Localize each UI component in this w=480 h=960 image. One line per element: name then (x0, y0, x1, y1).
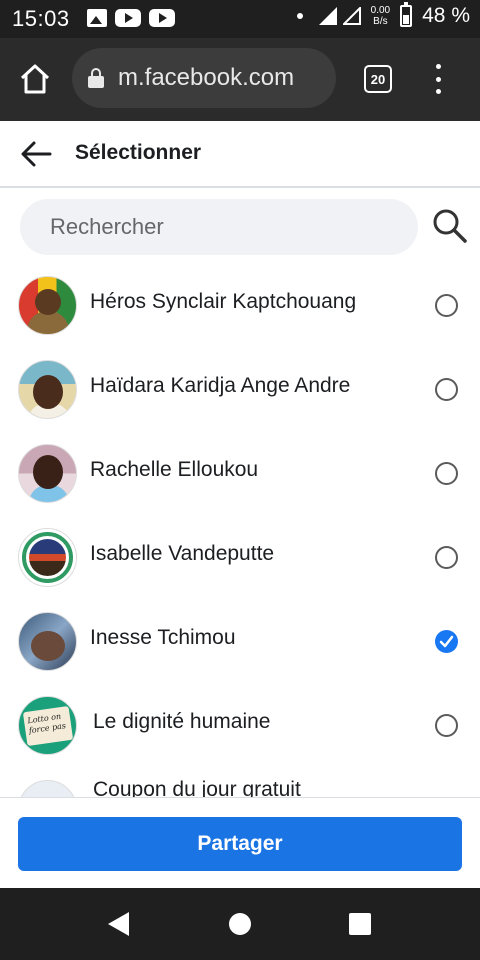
nav-back-icon[interactable] (108, 912, 129, 936)
contact-name: Inesse Tchimou (90, 626, 236, 649)
avatar (18, 612, 77, 671)
back-arrow-icon[interactable] (20, 140, 52, 168)
avatar (18, 360, 77, 419)
contact-name: Coupon du jour gratuit (93, 778, 301, 797)
status-time: 15:03 (12, 6, 70, 31)
status-bar: 15:03 0.00 B/s 48 % (0, 0, 480, 38)
network-speed-unit: B/s (373, 16, 388, 27)
radio-button[interactable] (435, 462, 458, 485)
avatar (18, 276, 77, 335)
contact-name: Héros Synclair Kaptchouang (90, 290, 357, 313)
nav-home-icon[interactable] (229, 913, 251, 935)
radio-button[interactable] (435, 546, 458, 569)
list-item[interactable]: Haïdara Karidja Ange Andre (0, 348, 480, 432)
list-item[interactable]: Rachelle Elloukou (0, 432, 480, 516)
search-icon[interactable] (432, 208, 468, 244)
list-item[interactable]: Lotto on force pas Le dignité humaine (0, 684, 480, 768)
gallery-notification-icon (87, 9, 107, 27)
avatar (18, 528, 77, 587)
nav-recents-icon[interactable] (349, 913, 371, 935)
page-title: Sélectionner (75, 141, 202, 164)
contact-name: Rachelle Elloukou (90, 458, 259, 481)
radio-button[interactable] (435, 378, 458, 401)
youtube-notification-icon (149, 9, 175, 27)
search-field[interactable] (20, 199, 418, 255)
contact-name: Le dignité humaine (93, 710, 271, 733)
signal-empty-icon (342, 7, 361, 25)
list-item[interactable]: Coupon du jour gratuit (0, 768, 480, 797)
radio-button-checked[interactable] (435, 630, 458, 653)
url-text: m.facebook.com (118, 64, 295, 91)
share-footer: Partager (0, 797, 480, 888)
tab-switcher-button[interactable]: 20 (364, 65, 392, 93)
search-input[interactable] (50, 214, 380, 240)
list-item[interactable]: Inesse Tchimou (0, 600, 480, 684)
checkmark-icon (439, 635, 454, 648)
contact-list: Héros Synclair Kaptchouang Haïdara Karid… (0, 264, 480, 797)
notification-dot-icon (296, 13, 303, 19)
signal-icon (318, 7, 337, 25)
notification-icons (87, 9, 175, 27)
avatar: Lotto on force pas (18, 696, 77, 755)
battery-icon (400, 2, 413, 27)
contact-name: Isabelle Vandeputte (90, 542, 275, 565)
share-button[interactable]: Partager (18, 817, 462, 871)
list-item[interactable]: Héros Synclair Kaptchouang (0, 264, 480, 348)
network-speed-value: 0.00 (370, 5, 391, 16)
avatar (18, 780, 77, 797)
address-bar[interactable]: m.facebook.com (72, 48, 336, 108)
radio-button[interactable] (435, 714, 458, 737)
more-options-icon[interactable] (430, 64, 446, 94)
avatar (18, 444, 77, 503)
status-indicators: 0.00 B/s 48 % (296, 2, 470, 28)
list-item[interactable]: Isabelle Vandeputte (0, 516, 480, 600)
radio-button[interactable] (435, 294, 458, 317)
page-header: Sélectionner (0, 121, 480, 188)
home-icon[interactable] (18, 62, 52, 96)
network-speed: 0.00 B/s (371, 5, 390, 27)
contact-name: Haïdara Karidja Ange Andre (90, 374, 351, 397)
system-navigation-bar (0, 888, 480, 960)
browser-toolbar: m.facebook.com 20 (0, 38, 480, 121)
battery-percentage: 48 % (422, 4, 470, 27)
youtube-notification-icon (115, 9, 141, 27)
lock-icon (88, 68, 104, 88)
